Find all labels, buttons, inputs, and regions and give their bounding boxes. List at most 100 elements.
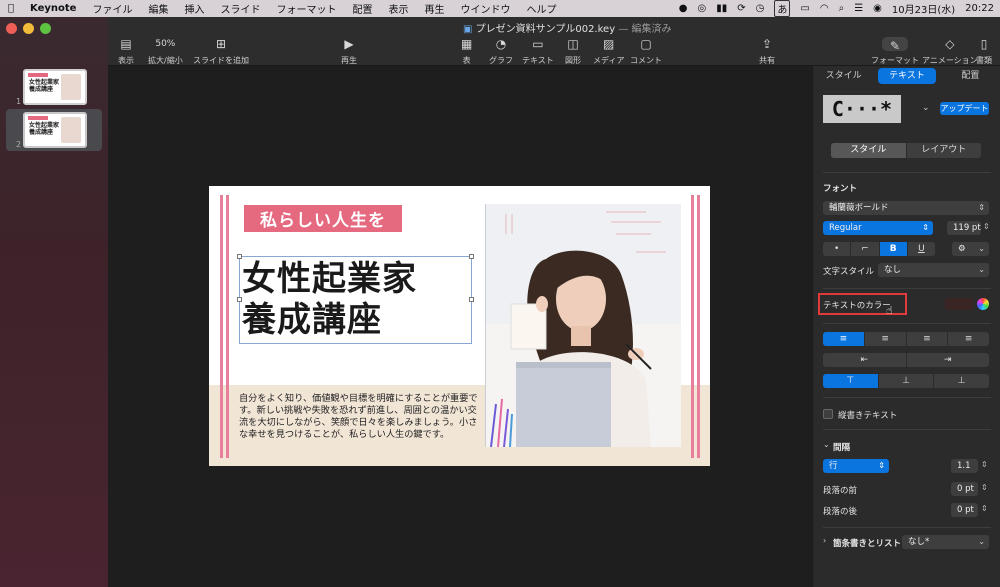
minimize-window-button[interactable] <box>23 23 34 34</box>
slide-thumbnail-2[interactable]: 女性起業家 養成講座 <box>23 112 87 148</box>
document-status: — 編集済み <box>618 24 672 35</box>
menubar-time[interactable]: 20:22 <box>965 3 994 14</box>
text-button[interactable]: ▭ テキスト <box>522 37 554 66</box>
paragraph-style-preview[interactable]: C···* <box>823 95 901 123</box>
before-paragraph-stepper[interactable]: ⇕ <box>981 483 988 492</box>
app-menu[interactable]: Keynote <box>22 3 84 14</box>
char-style-select[interactable]: なし ⌄ <box>878 263 989 277</box>
format-button[interactable]: ✎ フォーマット <box>871 37 919 66</box>
after-paragraph-field[interactable]: 0 pt <box>951 503 978 517</box>
close-window-button[interactable] <box>6 23 17 34</box>
apple-menu-icon[interactable]:  <box>0 3 22 14</box>
bullets-select[interactable]: なし* ⌄ <box>902 535 989 549</box>
align-center-icon[interactable]: ≡ <box>865 332 907 346</box>
text-color-well[interactable] <box>945 298 973 310</box>
slide-title[interactable]: 女性起業家 養成講座 <box>242 259 417 341</box>
media-button[interactable]: ▨ メディア <box>593 37 624 66</box>
add-slide-button[interactable]: ⊞ スライドを追加 <box>193 37 249 66</box>
battery-icon[interactable]: ▭ <box>800 3 809 14</box>
menu-insert[interactable]: 挿入 <box>176 1 212 16</box>
align-top-icon[interactable]: ⊤ <box>823 374 879 388</box>
before-paragraph-field[interactable]: 0 pt <box>951 482 978 496</box>
menu-slide[interactable]: スライド <box>212 1 268 16</box>
creative-cloud-icon[interactable]: ◎ <box>698 3 707 14</box>
search-icon[interactable]: ⌕ <box>839 3 845 14</box>
woman-photo[interactable] <box>486 204 681 447</box>
subtab-style[interactable]: スタイル <box>831 143 907 158</box>
tab-style[interactable]: スタイル <box>815 68 872 84</box>
chevron-right-icon[interactable]: › <box>823 536 826 545</box>
resize-handle[interactable] <box>237 297 242 302</box>
shape-button[interactable]: ◫ 図形 <box>565 37 581 66</box>
slide-body-text[interactable]: 自分をよく知り、価値観や目標を明確にすることが重要です。新しい挑戦や失敗を恐れず… <box>239 393 479 441</box>
line-spacing-stepper[interactable]: ⇕ <box>981 460 988 469</box>
resize-handle[interactable] <box>469 254 474 259</box>
slide-thumbnail-1[interactable]: 女性起業家 養成講座 <box>23 69 87 105</box>
control-center-icon[interactable]: ☰ <box>854 3 863 14</box>
status-area: ● ◎ ▮▮ ⟳ ◷ あ ▭ ◠ ⌕ ☰ ◉ 10月23日(水) 20:22 <box>679 0 994 17</box>
record-icon[interactable]: ● <box>679 3 688 14</box>
align-right-icon[interactable]: ≡ <box>907 332 949 346</box>
chevron-down-icon[interactable]: ⌄ <box>922 103 930 113</box>
share-button[interactable]: ⇪ 共有 <box>759 37 775 66</box>
bold-options-button[interactable]: • <box>823 242 852 256</box>
animate-icon: ◇ <box>945 37 955 51</box>
align-left-icon[interactable]: ≡ <box>823 332 865 346</box>
play-button[interactable]: ▶ 再生 <box>341 37 357 66</box>
animate-button[interactable]: ◇ アニメーション <box>922 37 978 66</box>
pause-app-icon[interactable]: ▮▮ <box>716 3 727 14</box>
table-button[interactable]: ▦ 表 <box>461 37 472 66</box>
siri-icon[interactable]: ◉ <box>873 3 882 14</box>
format-buttons: • ⌐ B U <box>823 242 935 256</box>
decrease-indent-icon[interactable]: ⇤ <box>823 353 907 367</box>
align-bottom-icon[interactable]: ⊥ <box>934 374 989 388</box>
menu-file[interactable]: ファイル <box>84 1 140 16</box>
line-spacing-mode-select[interactable]: 行 ⇕ <box>823 459 889 473</box>
divider <box>823 429 991 430</box>
tab-arrange[interactable]: 配置 <box>942 68 999 84</box>
menubar-date[interactable]: 10月23日(水) <box>892 1 955 16</box>
menu-window[interactable]: ウインドウ <box>452 1 518 16</box>
update-button[interactable]: アップデート <box>940 102 989 115</box>
menu-help[interactable]: ヘルプ <box>518 1 564 16</box>
font-style-select[interactable]: Regular ⇕ <box>823 221 933 235</box>
bold-button[interactable]: B <box>879 242 908 256</box>
font-size-field[interactable]: 119 pt <box>947 221 981 235</box>
slide-tag[interactable]: 私らしい人生を <box>244 205 402 232</box>
menu-view[interactable]: 表示 <box>380 1 416 16</box>
menu-format[interactable]: フォーマット <box>268 1 344 16</box>
comment-button[interactable]: ▢ コメント <box>630 37 662 66</box>
increase-indent-icon[interactable]: ⇥ <box>907 353 990 367</box>
title-textbox[interactable]: 女性起業家 養成講座 <box>237 254 474 344</box>
italic-button[interactable]: ⌐ <box>851 242 880 256</box>
advanced-options-button[interactable]: ⚙ ⌄ <box>952 242 989 256</box>
font-size-stepper[interactable]: ⇕ <box>983 222 990 231</box>
resize-handle[interactable] <box>237 254 242 259</box>
menu-arrange[interactable]: 配置 <box>344 1 380 16</box>
menu-play[interactable]: 再生 <box>416 1 452 16</box>
zoom-button[interactable]: 50% 拡大/縮小 <box>148 37 183 66</box>
after-paragraph-stepper[interactable]: ⇕ <box>981 504 988 513</box>
sync-icon[interactable]: ⟳ <box>737 3 745 14</box>
color-wheel-icon[interactable] <box>977 298 989 310</box>
vertical-text-checkbox[interactable] <box>823 409 833 419</box>
history-icon[interactable]: ◷ <box>756 3 765 14</box>
menu-edit[interactable]: 編集 <box>140 1 176 16</box>
align-justify-icon[interactable]: ≡ <box>948 332 989 346</box>
zoom-window-button[interactable] <box>40 23 51 34</box>
document-button[interactable]: ▯ 書類 <box>976 37 992 66</box>
underline-button[interactable]: U <box>908 242 935 256</box>
chevron-down-icon[interactable]: ⌄ <box>823 440 830 449</box>
subtab-layout[interactable]: レイアウト <box>907 143 982 158</box>
media-icon: ▨ <box>603 37 615 51</box>
slide[interactable]: 私らしい人生を 女性起業家 養成講座 自分をよく知り、価値観や目標を明確にするこ… <box>209 186 710 466</box>
line-spacing-field[interactable]: 1.1 <box>951 459 978 473</box>
input-method-indicator[interactable]: あ <box>774 0 791 17</box>
tab-text[interactable]: テキスト <box>878 68 936 84</box>
align-middle-icon[interactable]: ⊥ <box>879 374 935 388</box>
chart-button[interactable]: ◔ グラフ <box>489 37 513 66</box>
resize-handle[interactable] <box>469 297 474 302</box>
font-family-select[interactable]: 輔蘭薇ボールド ⇕ <box>823 201 989 215</box>
wifi-icon[interactable]: ◠ <box>820 3 829 14</box>
view-button[interactable]: ▤ 表示 <box>118 37 134 66</box>
